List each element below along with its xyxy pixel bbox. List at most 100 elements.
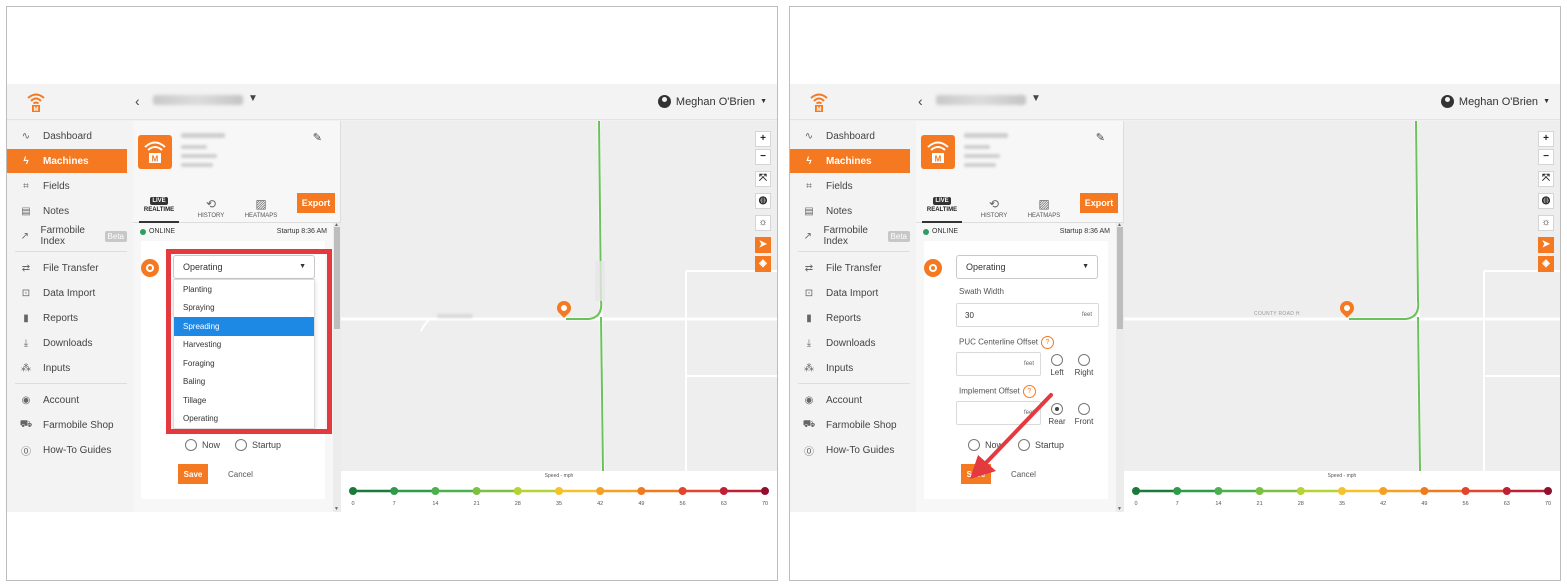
locate-icon[interactable]: ➤ <box>1538 237 1554 253</box>
zoom-out-button[interactable]: − <box>1538 149 1554 165</box>
zoom-out-button[interactable]: − <box>755 149 771 165</box>
sidebar-item-downloads[interactable]: ⤓ Downloads <box>790 331 910 355</box>
sidebar-item-reports[interactable]: ▮ Reports <box>7 306 127 330</box>
puc-centerline-label: PUC Centerline Offset? <box>959 336 1054 349</box>
legend-point <box>1544 487 1552 495</box>
layers-icon[interactable]: ◈ <box>755 256 771 272</box>
machine-dropdown-caret-icon[interactable]: ▼ <box>248 93 258 104</box>
sidebar-item-label: Inputs <box>826 362 854 374</box>
sidebar-item-inputs[interactable]: ⁂ Inputs <box>790 356 910 380</box>
sidebar-item-file-transfer[interactable]: ⇄ File Transfer <box>7 256 127 280</box>
radio-left[interactable]: Left <box>1046 354 1068 377</box>
machine-name-blurred[interactable] <box>153 95 243 105</box>
sidebar-item-dashboard[interactable]: ∿ Dashboard <box>7 124 127 148</box>
machine-avatar-icon: M <box>921 135 955 169</box>
legend-tick-label: 28 <box>514 501 521 507</box>
edit-pencil-icon[interactable]: ✎ <box>313 131 322 144</box>
back-chevron-icon[interactable]: ‹ <box>135 93 140 109</box>
sidebar-item-data-import[interactable]: ⊡ Data Import <box>7 281 127 305</box>
locate-icon[interactable]: ➤ <box>755 237 771 253</box>
machine-detail-blurred <box>181 163 213 167</box>
radio-right[interactable]: Right <box>1073 354 1095 377</box>
scroll-thumb[interactable] <box>1117 227 1123 329</box>
legend-tick-label: 56 <box>1462 501 1469 507</box>
layers-icon[interactable]: ◈ <box>1538 256 1554 272</box>
machine-dropdown-caret-icon[interactable]: ▼ <box>1031 93 1041 104</box>
app-window: M ‹ ▼ Meghan O'Brien ▼ ∿ Dashboard ϟ Machi… <box>790 84 1560 512</box>
tab-history[interactable]: ⟲ HISTORY <box>191 197 231 219</box>
sidebar-item-inputs[interactable]: ⁂ Inputs <box>7 356 127 380</box>
tab-realtime[interactable]: LIVE REALTIME <box>139 197 179 213</box>
sidebar-item-machines[interactable]: ϟ Machines <box>790 149 910 173</box>
legend-point <box>719 487 728 495</box>
weather-icon[interactable]: ☼ <box>1538 215 1554 231</box>
legend-point <box>431 487 440 495</box>
back-chevron-icon[interactable]: ‹ <box>918 93 923 109</box>
scroll-thumb[interactable] <box>334 227 340 329</box>
user-menu[interactable]: Meghan O'Brien ▼ <box>1440 95 1550 108</box>
sidebar-item-how-to-guides[interactable]: ⓪ How-To Guides <box>790 438 910 462</box>
scroll-down-icon[interactable]: ▼ <box>334 506 339 512</box>
scroll-down-icon[interactable]: ▼ <box>1117 506 1122 512</box>
operation-select[interactable]: Operating ▼ <box>956 255 1098 279</box>
sidebar-item-how-to-guides[interactable]: ⓪ How-To Guides <box>7 438 127 462</box>
puc-offset-input[interactable]: feet <box>956 352 1041 376</box>
sidebar-item-label: Farmobile Index <box>823 225 868 247</box>
annotation-highlight-box <box>166 249 332 434</box>
radio-now[interactable]: Now <box>185 439 220 451</box>
machine-name-blurred[interactable] <box>936 95 1026 105</box>
sidebar-item-file-transfer[interactable]: ⇄ File Transfer <box>790 256 910 280</box>
tab-realtime[interactable]: LIVE REALTIME <box>922 197 962 213</box>
sidebar-item-machines[interactable]: ϟ Machines <box>7 149 127 173</box>
legend-point <box>1173 487 1182 495</box>
user-menu[interactable]: Meghan O'Brien ▼ <box>657 95 767 108</box>
sidebar-item-account[interactable]: ◉ Account <box>7 388 127 412</box>
sidebar-item-downloads[interactable]: ⤓ Downloads <box>7 331 127 355</box>
weather-icon[interactable]: ☼ <box>755 215 771 231</box>
globe-icon[interactable]: ◍ <box>755 193 771 209</box>
farmobile-logo-icon[interactable]: M <box>25 91 47 113</box>
fullscreen-icon[interactable]: ⤧ <box>755 171 771 187</box>
fullscreen-icon[interactable]: ⤧ <box>1538 171 1554 187</box>
sidebar-item-farmobile-index[interactable]: ↗ Farmobile Index Beta <box>7 224 127 248</box>
save-button[interactable]: Save <box>178 464 208 484</box>
sidebar-item-fields[interactable]: ⌗ Fields <box>7 174 127 198</box>
sidebar-item-fields[interactable]: ⌗ Fields <box>790 174 910 198</box>
map-view[interactable]: + − ⤧ ◍ ☼ ➤ ◈ Speed - mph 0 7 14 21 28 35 42 49… <box>341 121 777 512</box>
top-bar: M ‹ ▼ Meghan O'Brien ▼ <box>7 84 777 120</box>
machine-detail-blurred <box>964 154 1000 158</box>
globe-icon[interactable]: ◍ <box>1538 193 1554 209</box>
cancel-link[interactable]: Cancel <box>228 470 253 479</box>
zoom-in-button[interactable]: + <box>1538 131 1554 147</box>
user-caret-icon: ▼ <box>760 98 767 105</box>
legend-point <box>1255 487 1264 495</box>
sidebar-item-farmobile-index[interactable]: ↗ Farmobile Index Beta <box>790 224 910 248</box>
sidebar-item-account[interactable]: ◉ Account <box>790 388 910 412</box>
tab-heatmaps[interactable]: ▨ HEATMAPS <box>1024 197 1064 219</box>
sidebar-item-notes[interactable]: ▤ Notes <box>7 199 127 223</box>
radio-front[interactable]: Front <box>1073 403 1095 426</box>
user-name: Meghan O'Brien <box>675 95 756 108</box>
tab-heatmaps[interactable]: ▨ HEATMAPS <box>241 197 281 219</box>
tab-history[interactable]: ⟲ HISTORY <box>974 197 1014 219</box>
sidebar-item-reports[interactable]: ▮ Reports <box>790 306 910 330</box>
sidebar-item-dashboard[interactable]: ∿ Dashboard <box>790 124 910 148</box>
help-circle-icon[interactable]: ? <box>1041 336 1054 349</box>
export-button[interactable]: Export <box>297 193 335 213</box>
sidebar-item-data-import[interactable]: ⊡ Data Import <box>790 281 910 305</box>
export-button[interactable]: Export <box>1080 193 1118 213</box>
panel-scrollbar[interactable]: ▲ ▼ <box>333 222 341 512</box>
sidebar-item-farmobile-shop[interactable]: ⛟ Farmobile Shop <box>7 413 127 437</box>
bar-chart-icon: ▮ <box>23 312 29 324</box>
radio-startup[interactable]: Startup <box>235 439 281 451</box>
history-icon: ⟲ <box>205 197 217 211</box>
sidebar-item-notes[interactable]: ▤ Notes <box>790 199 910 223</box>
map-view[interactable]: COUNTY ROAD H + − ⤧ ◍ ☼ ➤ ◈ Speed - mph … <box>1124 121 1560 512</box>
farmobile-logo-icon[interactable]: M <box>808 91 830 113</box>
swath-width-input[interactable]: 30 feet <box>956 303 1099 327</box>
sidebar-item-farmobile-shop[interactable]: ⛟ Farmobile Shop <box>790 413 910 437</box>
edit-pencil-icon[interactable]: ✎ <box>1096 131 1105 144</box>
legend-tick-label: 42 <box>1380 501 1387 507</box>
panel-scrollbar[interactable]: ▲ ▼ <box>1116 222 1124 512</box>
zoom-in-button[interactable]: + <box>755 131 771 147</box>
